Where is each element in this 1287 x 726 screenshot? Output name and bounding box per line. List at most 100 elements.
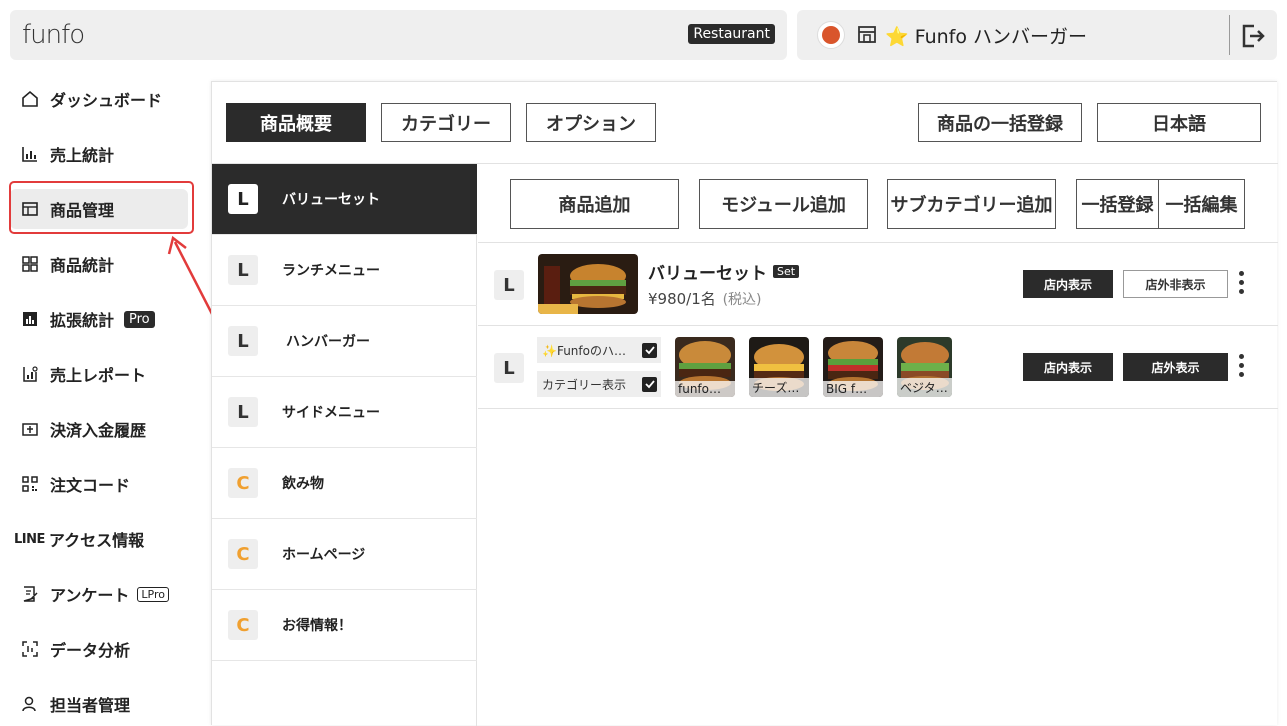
report-icon — [20, 364, 40, 384]
tab-option[interactable]: オプション — [526, 103, 656, 142]
module-product-thumb[interactable]: funfo… — [675, 337, 735, 397]
module-product-thumb[interactable]: BIG f… — [823, 337, 883, 397]
line-logo: LINE — [14, 531, 45, 547]
category-item[interactable]: C お得情報！ — [212, 590, 477, 661]
category-type-badge: L — [228, 326, 258, 356]
category-label: ランチメニュー — [282, 263, 380, 279]
module-product-thumb[interactable]: チーズ… — [749, 337, 809, 397]
sidebar-item-sales-stats[interactable]: 売上統計 — [10, 134, 188, 174]
logout-icon[interactable] — [1240, 23, 1266, 49]
category-type-badge: L — [228, 255, 258, 285]
tab-product-overview[interactable]: 商品概要 — [226, 103, 366, 142]
add-product-button[interactable]: 商品追加 — [510, 179, 679, 229]
tab-category[interactable]: カテゴリー — [381, 103, 511, 142]
sidebar-item-access-info[interactable]: LINE アクセス情報 — [14, 519, 192, 559]
category-item[interactable]: L バリューセット — [212, 164, 477, 235]
data-analysis-icon — [20, 639, 40, 659]
checkbox-checked-icon[interactable] — [642, 342, 657, 358]
category-list: L バリューセット L ランチメニュー L ハンバーガー L サイドメニュー C… — [212, 164, 477, 726]
thumb-caption: ベジタ… — [897, 378, 952, 397]
sidebar-item-label: 拡張統計 — [50, 311, 115, 330]
sidebar-item-label: アンケート — [50, 586, 130, 605]
category-label: バリューセット — [282, 192, 380, 208]
tax-label: (税込) — [722, 292, 762, 308]
language-select[interactable]: 日本語 — [1097, 103, 1261, 142]
category-label: サイドメニュー — [282, 405, 380, 421]
bar-chart-icon — [20, 144, 40, 164]
product-image[interactable] — [538, 254, 638, 314]
sidebar-item-data-analysis[interactable]: データ分析 — [10, 629, 188, 669]
sidebar-item-label: 注文コード — [50, 476, 131, 495]
staff-icon — [20, 694, 40, 714]
sidebar-item-label: 商品統計 — [50, 256, 115, 275]
product-price-line: ¥980/1名 (税込) — [648, 288, 762, 309]
chart-box-icon — [20, 309, 40, 329]
category-type-badge: C — [228, 539, 258, 569]
sidebar-item-label: 担当者管理 — [50, 696, 131, 715]
sidebar-item-extended-stats[interactable]: 拡張統計 Pro — [10, 299, 188, 339]
restaurant-tag: Restaurant — [688, 24, 775, 44]
category-item[interactable]: L サイドメニュー — [212, 377, 477, 448]
category-type-badge: L — [228, 184, 258, 214]
add-subcategory-button[interactable]: サブカテゴリー追加 — [887, 179, 1056, 229]
bulk-product-register-button[interactable]: 商品の一括登録 — [918, 103, 1082, 142]
product-type-badge: L — [494, 353, 524, 383]
checkbox-checked-icon[interactable] — [642, 376, 657, 392]
bulk-register-button[interactable]: 一括登録 — [1076, 179, 1159, 229]
category-label: お得情報！ — [282, 618, 352, 634]
category-item[interactable]: L ハンバーガー — [212, 306, 477, 377]
bulk-edit-button[interactable]: 一括編集 — [1158, 179, 1245, 229]
survey-icon — [20, 584, 40, 604]
sidebar-item-staff-management[interactable]: 担当者管理 — [10, 684, 188, 724]
module-product-thumb[interactable]: ベジタ… — [897, 337, 952, 397]
category-item[interactable]: C ホームページ — [212, 519, 477, 590]
top-bar-right: ⭐ Funfo ハンバーガー — [797, 10, 1277, 60]
product-title: バリューセット Set — [648, 259, 800, 284]
module-row[interactable]: L ✨Funfoのハ… カテゴリー表示 funfo… チーズ… BIG f… ベ… — [478, 326, 1278, 409]
sidebar-item-label: データ分析 — [50, 641, 131, 660]
in-store-display-button[interactable]: 店内表示 — [1023, 353, 1113, 381]
more-options-icon[interactable] — [1239, 354, 1245, 380]
category-type-badge: C — [228, 468, 258, 498]
product-price: ¥980/1名 — [648, 290, 716, 308]
lpro-badge: LPro — [137, 586, 169, 602]
category-item[interactable]: L ランチメニュー — [212, 235, 477, 306]
in-store-display-button[interactable]: 店内表示 — [1023, 270, 1113, 298]
thumb-caption: BIG f… — [823, 381, 883, 397]
thumb-caption: チーズ… — [749, 378, 809, 397]
qr-code-icon — [20, 474, 40, 494]
out-store-display-button[interactable]: 店外表示 — [1123, 353, 1228, 381]
store-icon — [858, 26, 876, 43]
pro-badge: Pro — [124, 310, 155, 328]
add-module-button[interactable]: モジュール追加 — [699, 179, 868, 229]
category-display-label: カテゴリー表示 — [542, 377, 627, 392]
highlight-annotation-box — [9, 181, 194, 234]
product-row[interactable]: L バリューセット Set ¥980/1名 (税込) 店内表示 店外非表示 — [478, 243, 1278, 326]
sidebar-item-sales-report[interactable]: 売上レポート — [10, 354, 188, 394]
sidebar-item-label: 決済入金履歴 — [50, 421, 147, 440]
sidebar-item-label: ダッシュボード — [50, 91, 163, 110]
sidebar-item-label: 売上統計 — [50, 146, 115, 165]
product-type-badge: L — [494, 270, 524, 300]
set-tag: Set — [773, 265, 800, 278]
store-avatar[interactable] — [817, 21, 845, 49]
sidebar-item-order-code[interactable]: 注文コード — [10, 464, 188, 504]
out-store-hidden-button[interactable]: 店外非表示 — [1123, 270, 1228, 298]
main-panel: 商品概要 カテゴリー オプション 商品の一括登録 日本語 L バリューセット L… — [211, 81, 1278, 726]
sidebar-item-label: アクセス情報 — [48, 531, 145, 550]
payment-history-icon — [20, 419, 40, 439]
category-item[interactable]: C 飲み物 — [212, 448, 477, 519]
category-display-toggle[interactable]: カテゴリー表示 — [537, 371, 661, 397]
app-logo[interactable]: funfo — [22, 20, 85, 50]
sidebar-item-label: 売上レポート — [50, 366, 147, 385]
sidebar-item-dashboard[interactable]: ダッシュボード — [10, 79, 188, 119]
more-options-icon[interactable] — [1239, 271, 1245, 297]
category-type-badge: C — [228, 610, 258, 640]
module-title-toggle[interactable]: ✨Funfoのハ… — [537, 337, 661, 363]
sidebar-item-payment-history[interactable]: 決済入金履歴 — [10, 409, 188, 449]
category-label: 飲み物 — [282, 476, 324, 492]
store-name[interactable]: ⭐ Funfo ハンバーガー — [885, 22, 1087, 49]
sidebar-item-product-stats[interactable]: 商品統計 — [10, 244, 188, 284]
category-label: ハンバーガー — [286, 334, 370, 350]
sidebar-item-survey[interactable]: アンケート LPro — [10, 574, 188, 614]
